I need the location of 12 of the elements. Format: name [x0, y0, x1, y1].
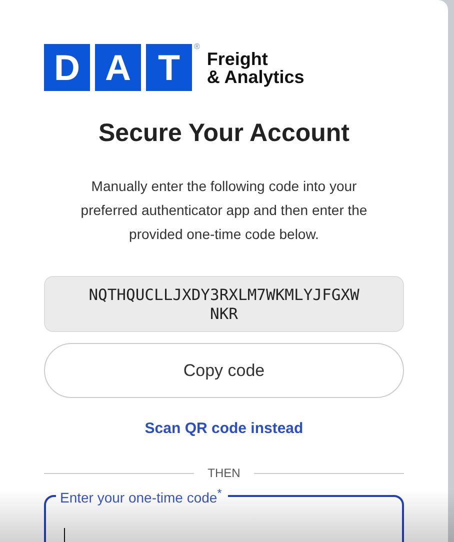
scan-qr-link[interactable]: Scan QR code instead: [144, 420, 304, 438]
secret-code: NQTHQUCLLJXDY3RXLM7WKMLYJFGXWNKR: [44, 276, 404, 332]
logo-tagline: Freight & Analytics: [206, 50, 304, 86]
logo-tile: A: [95, 44, 141, 91]
instructions-text: Manually enter the following code into your preferred authenticator app and then enter the provided one-time code below.: [80, 177, 368, 244]
registered-mark: ®: [194, 42, 200, 51]
logo-tile: D: [44, 44, 90, 91]
divider-label: THEN: [208, 466, 240, 480]
page-title: Secure Your Account: [98, 119, 350, 148]
logo-tile: T: [146, 44, 192, 91]
code-input-field[interactable]: Enter your one-time code$^{*}$: [44, 486, 404, 542]
copy-code-button[interactable]: Copy code: [44, 343, 404, 398]
